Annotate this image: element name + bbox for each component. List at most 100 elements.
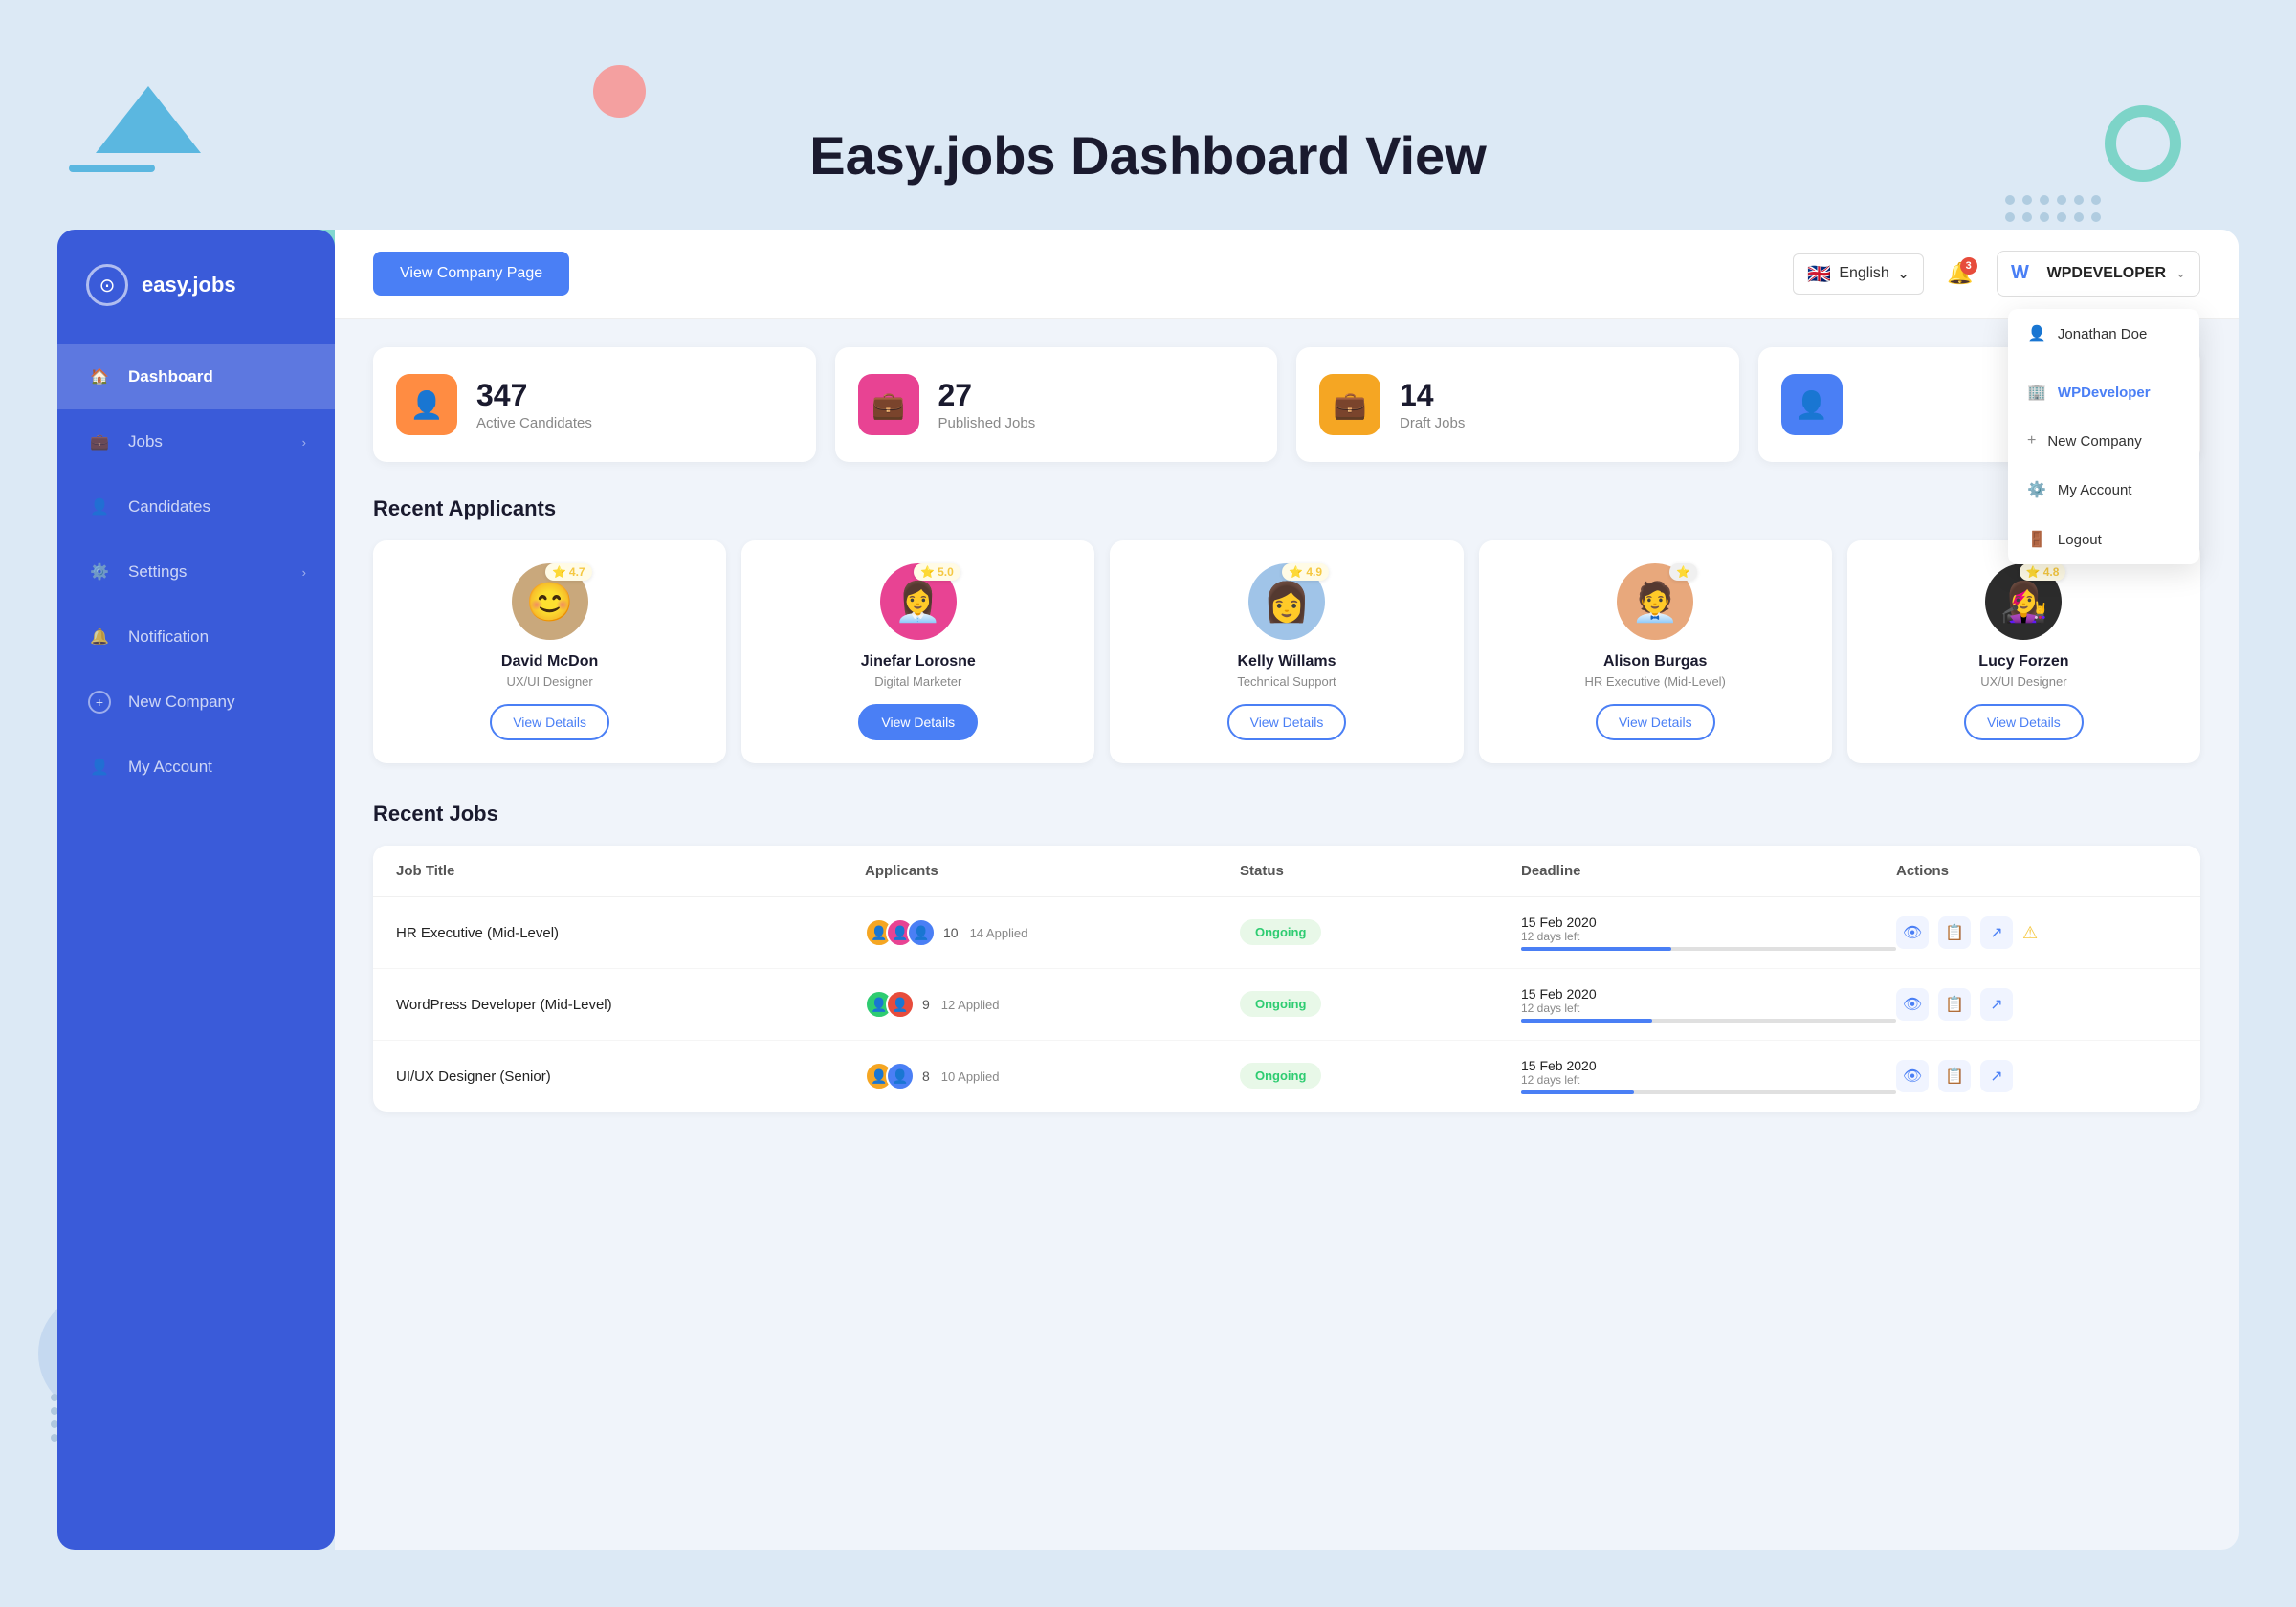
published-jobs-icon-wrap: 💼: [858, 374, 919, 435]
sidebar-label-notification: Notification: [128, 627, 209, 647]
deadline-date-hr: 15 Feb 2020: [1521, 914, 1896, 930]
bg-triangle-blue: [96, 86, 201, 153]
view-action-wp[interactable]: 👁: [1896, 988, 1929, 1021]
draft-jobs-number: 14: [1400, 378, 1465, 413]
kelly-role: Technical Support: [1237, 674, 1336, 689]
sidebar-item-dashboard[interactable]: 🏠 Dashboard: [57, 344, 335, 409]
jobs-arrow-icon: ›: [302, 435, 306, 450]
david-rating: ⭐ 4.7: [545, 563, 592, 581]
settings-icon: ⚙️: [86, 559, 113, 585]
company-icon: 🏢: [2027, 383, 2046, 402]
table-header: Job Title Applicants Status Deadline Act…: [373, 846, 2200, 897]
active-candidates-icon: 👤: [410, 389, 444, 421]
sidebar-item-my-account[interactable]: 👤 My Account: [57, 735, 335, 800]
edit-action-wp[interactable]: 📋: [1938, 988, 1971, 1021]
stat-card-published-jobs: 💼 27 Published Jobs: [835, 347, 1278, 462]
share-action-ui[interactable]: ↗: [1980, 1060, 2013, 1092]
status-badge-hr: Ongoing: [1240, 919, 1321, 945]
job-title-ui: UI/UX Designer (Senior): [396, 1068, 865, 1085]
dropdown-item-jonathan[interactable]: 👤 Jonathan Doe: [2008, 309, 2199, 359]
view-company-button[interactable]: View Company Page: [373, 252, 569, 296]
table-row: UI/UX Designer (Senior) 👤 👤 8 10 Applied…: [373, 1041, 2200, 1112]
lucy-view-details-button[interactable]: View Details: [1964, 704, 2084, 740]
sidebar-label-settings: Settings: [128, 562, 187, 582]
view-action-hr[interactable]: 👁: [1896, 916, 1929, 949]
dropdown-item-wpdeveloper[interactable]: 🏢 WPDeveloper: [2008, 367, 2199, 417]
applicant-count-hr: 10: [943, 925, 959, 940]
lucy-name: Lucy Forzen: [1978, 653, 2068, 671]
kelly-name: Kelly Willams: [1238, 653, 1336, 671]
new-company-icon: +: [86, 689, 113, 715]
edit-action-hr[interactable]: 📋: [1938, 916, 1971, 949]
david-view-details-button[interactable]: View Details: [490, 704, 609, 740]
sidebar-item-candidates[interactable]: 👤 Candidates: [57, 474, 335, 539]
david-name: David McDon: [501, 653, 598, 671]
lucy-role: UX/UI Designer: [1980, 674, 2066, 689]
applicant-card-lucy: 👩‍🎤 ⭐ 4.8 Lucy Forzen UX/UI Designer Vie…: [1847, 540, 2200, 763]
job-title-hr: HR Executive (Mid-Level): [396, 925, 865, 941]
alison-view-details-button[interactable]: View Details: [1596, 704, 1715, 740]
bg-line-blue: [69, 165, 155, 172]
published-jobs-label: Published Jobs: [938, 415, 1036, 431]
published-jobs-info: 27 Published Jobs: [938, 378, 1036, 431]
dropdown-item-new-company[interactable]: + New Company: [2008, 417, 2199, 465]
jobs-table: Job Title Applicants Status Deadline Act…: [373, 846, 2200, 1112]
kelly-view-details-button[interactable]: View Details: [1227, 704, 1347, 740]
view-action-ui[interactable]: 👁: [1896, 1060, 1929, 1092]
svg-text:W: W: [2011, 262, 2029, 282]
company-name-label: WPDEVELOPER: [2047, 265, 2166, 282]
david-role: UX/UI Designer: [506, 674, 592, 689]
dropdown-jonathan-label: Jonathan Doe: [2058, 326, 2147, 342]
user-icon: 👤: [2027, 324, 2046, 343]
sidebar-item-settings[interactable]: ⚙️ Settings ›: [57, 539, 335, 605]
recent-applicants-title: Recent Applicants: [373, 496, 2200, 521]
sidebar-item-notification[interactable]: 🔔 Notification: [57, 605, 335, 670]
dropdown-wpdeveloper-label: WPDeveloper: [2058, 385, 2151, 401]
jinefar-view-details-button[interactable]: View Details: [858, 704, 978, 740]
active-candidates-icon-wrap: 👤: [396, 374, 457, 435]
bg-circle-green: [2105, 105, 2181, 182]
applicants-cell-hr: 👤 👤 👤 10 14 Applied: [865, 918, 1240, 947]
jinefar-rating: ⭐ 5.0: [914, 563, 960, 581]
lucy-rating: ⭐ 4.8: [2020, 563, 2066, 581]
applied-text-hr: 14 Applied: [970, 926, 1028, 940]
dropdown-my-account-label: My Account: [2058, 482, 2132, 498]
flag-icon: 🇬🇧: [1807, 262, 1831, 286]
published-jobs-icon: 💼: [872, 389, 905, 421]
applicant-card-jinefar: 👩‍💼 ⭐ 5.0 Jinefar Lorosne Digital Market…: [741, 540, 1094, 763]
sidebar-item-new-company[interactable]: + New Company: [57, 670, 335, 735]
share-action-hr[interactable]: ↗: [1980, 916, 2013, 949]
draft-jobs-info: 14 Draft Jobs: [1400, 378, 1465, 431]
alison-role: HR Executive (Mid-Level): [1585, 674, 1726, 689]
sidebar-nav: 🏠 Dashboard 💼 Jobs › 👤 Candidates ⚙️ Set…: [57, 335, 335, 1550]
logout-icon: 🚪: [2027, 530, 2046, 549]
candidates-icon: 👤: [86, 494, 113, 520]
sidebar-label-new-company: New Company: [128, 693, 235, 712]
plus-icon: +: [2027, 432, 2036, 450]
edit-action-ui[interactable]: 📋: [1938, 1060, 1971, 1092]
sidebar-item-jobs[interactable]: 💼 Jobs ›: [57, 409, 335, 474]
kelly-rating: ⭐ 4.9: [1282, 563, 1329, 581]
deadline-left-ui: 12 days left: [1521, 1073, 1896, 1087]
status-cell-hr: Ongoing: [1240, 924, 1521, 941]
sidebar-label-dashboard: Dashboard: [128, 367, 213, 386]
language-selector[interactable]: 🇬🇧 English ⌄: [1793, 253, 1924, 295]
sidebar-label-candidates: Candidates: [128, 497, 210, 517]
company-switcher-button[interactable]: W WPDEVELOPER ⌄ 👤 Jonathan Doe 🏢 WPD: [1997, 251, 2200, 297]
applicant-card-alison: 🧑‍💼 ⭐ Alison Burgas HR Executive (Mid-Le…: [1479, 540, 1832, 763]
stats-row: 👤 347 Active Candidates 💼 27 Published J…: [373, 347, 2200, 462]
jinefar-role: Digital Marketer: [874, 674, 961, 689]
applicant-card-david: 😊 ⭐ 4.7 David McDon UX/UI Designer View …: [373, 540, 726, 763]
david-avatar-wrap: 😊 ⭐ 4.7: [512, 563, 588, 640]
notification-icon: 🔔: [86, 624, 113, 650]
dropdown-item-my-account[interactable]: ⚙️ My Account: [2008, 465, 2199, 515]
sidebar-logo: ⊙ easy.jobs: [57, 230, 335, 335]
sidebar-label-my-account: My Account: [128, 758, 212, 777]
lucy-avatar-wrap: 👩‍🎤 ⭐ 4.8: [1985, 563, 2062, 640]
dropdown-item-logout[interactable]: 🚪 Logout: [2008, 515, 2199, 564]
dropdown-new-company-label: New Company: [2047, 433, 2141, 450]
recent-jobs-title: Recent Jobs: [373, 802, 2200, 826]
share-action-wp[interactable]: ↗: [1980, 988, 2013, 1021]
notification-bell-button[interactable]: 🔔 3: [1947, 261, 1973, 286]
jinefar-avatar-wrap: 👩‍💼 ⭐ 5.0: [880, 563, 957, 640]
